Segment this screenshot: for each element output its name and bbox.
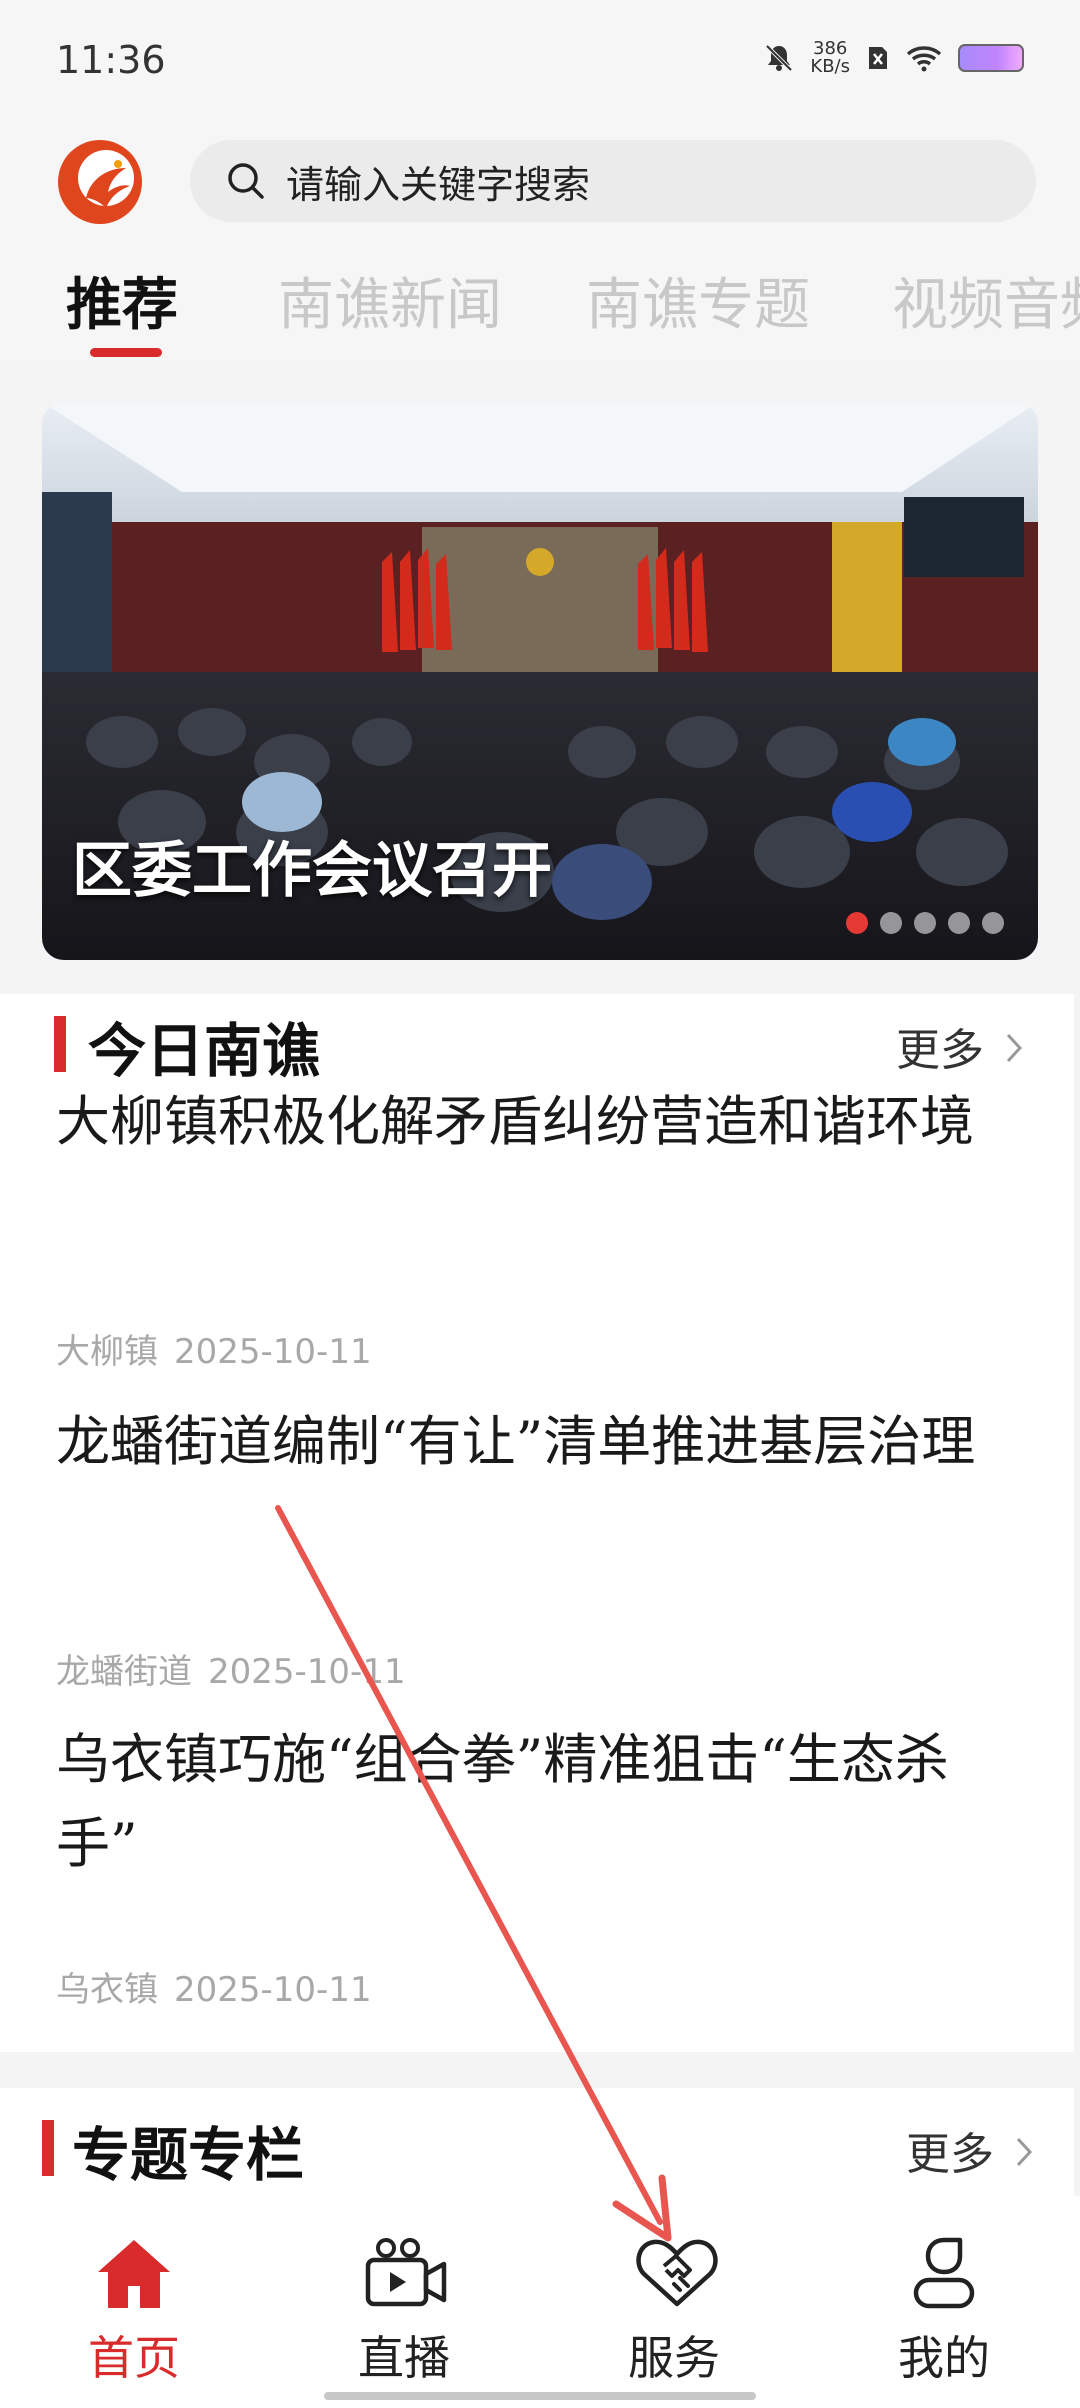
home-icon	[98, 2240, 170, 2308]
status-time: 11:36	[56, 38, 166, 82]
nav-label: 服务	[628, 2331, 720, 2385]
special-topics-section: 专题专栏 更多	[0, 2088, 1074, 2208]
handshake-icon	[636, 2239, 718, 2307]
article-date: 2025-10-11	[174, 1970, 372, 2010]
status-icons: 386 KB/s	[764, 40, 1024, 76]
nav-home[interactable]: 首页	[34, 2196, 234, 2396]
today-nanqiao-section: 今日南谯 更多 大柳镇积极化解矛盾纠纷营造和谐环境 大柳镇 2025-10-11 …	[0, 994, 1074, 2052]
search-input[interactable]: 请输入关键字搜索	[190, 140, 1036, 222]
banner-title: 区委工作会议召开	[72, 836, 552, 906]
tab-nanqiao-news[interactable]: 南谯新闻	[278, 260, 502, 341]
sim-disabled-icon	[869, 47, 887, 69]
section-title: 专题专栏	[72, 2121, 305, 2189]
chevron-right-icon	[1006, 1033, 1023, 1063]
category-tabs: 推荐 南谯新闻 南谯专题 视频音频	[0, 260, 1080, 360]
article-title-3[interactable]: 乌衣镇巧施“组合拳”精准狙击“生态杀手”	[56, 1718, 1026, 1886]
tab-recommend[interactable]: 推荐	[66, 260, 178, 341]
article-meta-2: 龙蟠街道 2025-10-11	[56, 1644, 406, 1693]
article-source: 大柳镇	[56, 1332, 158, 1372]
active-tab-indicator	[90, 348, 162, 357]
section-marker	[42, 2120, 54, 2176]
carousel-dot[interactable]	[948, 912, 970, 934]
nav-label: 直播	[358, 2331, 450, 2385]
status-bar: 11:36 386 KB/s	[0, 0, 1080, 120]
more-link[interactable]: 更多	[896, 1014, 1024, 1078]
search-placeholder: 请输入关键字搜索	[286, 162, 591, 207]
video-camera-icon	[365, 2238, 447, 2307]
network-speed-unit: KB/s	[810, 56, 850, 77]
search-icon	[228, 163, 264, 199]
mute-bell-icon	[765, 44, 793, 72]
article-source: 乌衣镇	[56, 1970, 158, 2010]
nav-label: 首页	[88, 2331, 180, 2385]
wifi-icon	[906, 46, 942, 72]
article-title-2[interactable]: 龙蟠街道编制“有让”清单推进基层治理	[56, 1400, 1026, 1484]
carousel-dot[interactable]	[846, 912, 868, 934]
user-icon	[913, 2237, 975, 2309]
bottom-navigation: 首页 直播 服务 我的	[0, 2196, 1080, 2408]
article-source: 龙蟠街道	[56, 1652, 192, 1692]
home-indicator[interactable]	[324, 2392, 756, 2400]
article-date: 2025-10-11	[208, 1652, 406, 1692]
app-logo-icon[interactable]	[56, 138, 144, 226]
article-title-1[interactable]: 大柳镇积极化解矛盾纠纷营造和谐环境	[56, 1080, 1026, 1164]
more-label: 更多	[906, 2129, 994, 2180]
app-header: 请输入关键字搜索 推荐 南谯新闻 南谯专题 视频音频	[0, 120, 1080, 360]
tab-nanqiao-topics[interactable]: 南谯专题	[586, 260, 810, 341]
nav-mine[interactable]: 我的	[844, 2196, 1044, 2396]
carousel-dots	[846, 912, 1004, 934]
network-speed: 386 KB/s	[810, 40, 850, 76]
banner-carousel[interactable]: 区委工作会议召开	[42, 402, 1038, 960]
nav-live[interactable]: 直播	[304, 2196, 504, 2396]
nav-service[interactable]: 服务	[574, 2196, 774, 2396]
more-label: 更多	[896, 1025, 984, 1076]
section-title: 今日南谯	[88, 1017, 321, 1085]
article-date: 2025-10-11	[174, 1332, 372, 1372]
article-meta-3: 乌衣镇 2025-10-11	[56, 1962, 372, 2011]
tab-video-audio[interactable]: 视频音频	[892, 260, 1080, 341]
battery-icon	[958, 44, 1024, 72]
nav-label: 我的	[898, 2331, 990, 2385]
section-marker	[54, 1016, 66, 1072]
chevron-right-icon	[1016, 2137, 1033, 2167]
carousel-dot[interactable]	[982, 912, 1004, 934]
carousel-dot[interactable]	[914, 912, 936, 934]
more-link[interactable]: 更多	[906, 2118, 1034, 2182]
carousel-dot[interactable]	[880, 912, 902, 934]
article-meta-1: 大柳镇 2025-10-11	[56, 1324, 372, 1373]
